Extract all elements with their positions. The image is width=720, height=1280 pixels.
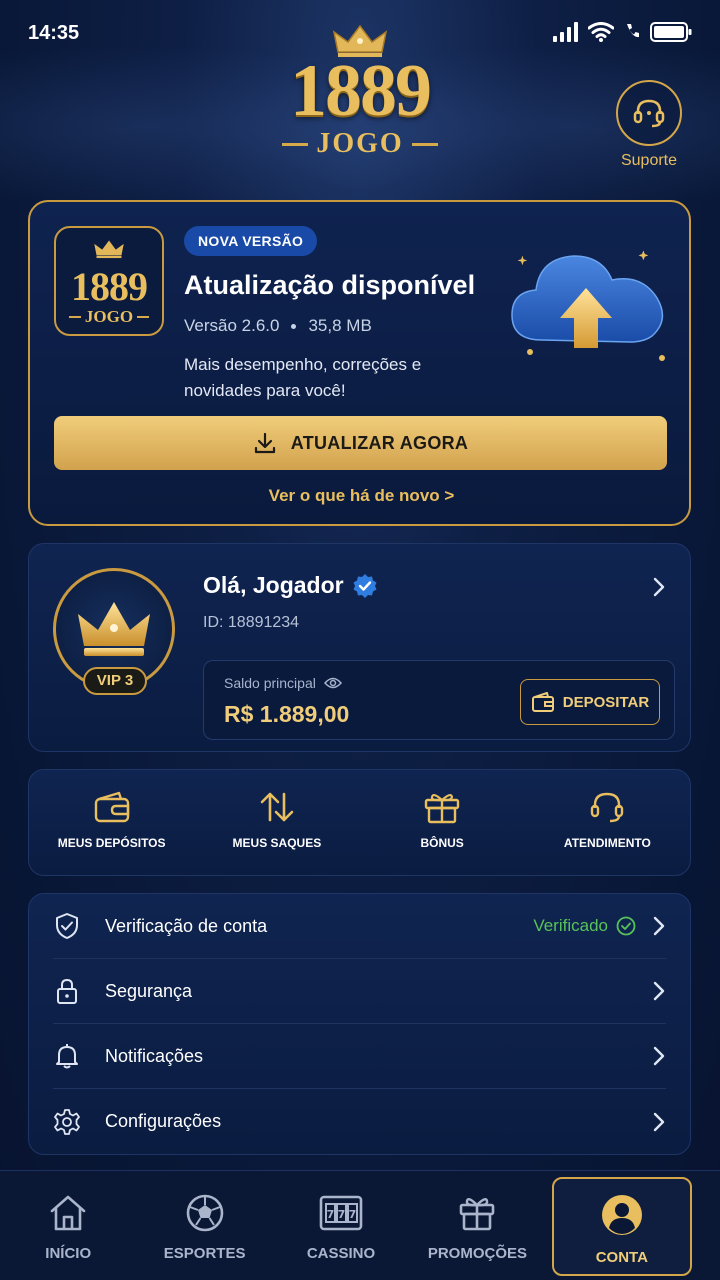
chevron-right-icon <box>653 1046 665 1066</box>
chevron-right-icon[interactable] <box>652 576 666 598</box>
quick-action-label: ATENDIMENTO <box>563 836 651 850</box>
nav-item-home[interactable]: INÍCIO <box>0 1171 136 1280</box>
brand-logo: 1889 JOGO <box>270 24 450 174</box>
call-status-icon <box>627 24 639 38</box>
user-greeting: Olá, Jogador <box>203 572 378 599</box>
cloud-upload-icon <box>511 250 665 361</box>
update-now-button[interactable]: ATUALIZAR AGORA <box>54 416 667 470</box>
status-icons <box>552 22 692 42</box>
deposit-button[interactable]: DEPOSITAR <box>520 679 660 725</box>
wifi-icon <box>588 22 614 42</box>
meta-separator <box>291 323 297 329</box>
new-version-badge: NOVA VERSÃO <box>184 226 318 256</box>
gift-icon <box>424 793 460 824</box>
signal-icon <box>553 22 578 42</box>
app-icon: 1889 JOGO <box>54 226 164 336</box>
chevron-right-icon <box>653 981 665 1001</box>
quick-actions: MEUS DEPÓSITOS MEUS SAQUES BÔNUS ATENDIM… <box>28 769 691 876</box>
menu-item-label: Configurações <box>105 1111 222 1131</box>
app-icon-subtitle: JOGO <box>56 307 162 327</box>
lock-icon <box>53 977 81 1005</box>
nav-label: ESPORTES <box>163 1245 246 1262</box>
menu-item-settings[interactable]: Configurações <box>53 1089 666 1154</box>
update-title: Atualização disponível <box>184 270 476 300</box>
support-label: Suporte <box>620 152 678 169</box>
wallet-icon <box>94 791 129 823</box>
nav-label: INÍCIO <box>45 1245 92 1262</box>
update-description: Mais desempenho, correções e novidades p… <box>184 355 422 400</box>
vip-level-badge: VIP 3 <box>83 667 147 695</box>
menu-item-account-verification[interactable]: Verificação de conta Verificado <box>53 894 666 959</box>
support-button[interactable]: Suporte <box>614 80 684 170</box>
greeting-text: Olá, Jogador <box>203 572 344 598</box>
balance-box: Saldo principal R$ 1.889,00 DEPOSITAR <box>203 660 675 740</box>
bottom-navigation: INÍCIO ESPORTES 7 7 7 CASSINO PROMOÇÕES <box>0 1170 720 1280</box>
quick-action-label: BÔNUS <box>420 836 464 850</box>
nav-item-casino[interactable]: 7 7 7 CASSINO <box>273 1171 409 1280</box>
crown-icon <box>94 240 124 259</box>
logo-number: 1889 <box>290 50 432 132</box>
nav-label: CASSINO <box>306 1245 376 1262</box>
quick-action-withdrawals[interactable]: MEUS SAQUES <box>194 770 359 875</box>
nav-item-sports[interactable]: ESPORTES <box>136 1171 272 1280</box>
shield-check-icon <box>53 912 81 940</box>
update-card: 1889 JOGO NOVA VERSÃO Atualização dispon… <box>28 200 691 526</box>
logo-subtitle: JOGO <box>270 128 450 160</box>
menu-item-notifications[interactable]: Notificações <box>53 1024 666 1089</box>
headset-icon <box>591 792 624 823</box>
svg-text:7: 7 <box>327 1208 335 1221</box>
quick-action-support[interactable]: ATENDIMENTO <box>525 770 690 875</box>
svg-text:7: 7 <box>349 1208 357 1221</box>
menu-item-label: Segurança <box>105 980 193 1001</box>
nav-label: CONTA <box>595 1249 648 1266</box>
menu-item-label: Verificação de conta <box>105 915 268 936</box>
svg-text:7: 7 <box>338 1208 346 1221</box>
user-id: ID: 18891234 <box>203 614 300 631</box>
home-icon <box>50 1195 86 1231</box>
support-circle[interactable] <box>616 80 682 146</box>
eye-icon[interactable] <box>323 676 342 690</box>
battery-icon <box>650 22 692 42</box>
chevron-right-icon <box>653 1112 665 1131</box>
quick-action-bonus[interactable]: BÔNUS <box>360 770 525 875</box>
update-version: Versão 2.6.0 <box>184 316 280 335</box>
gear-icon <box>53 1108 81 1136</box>
user-icon <box>601 1195 642 1235</box>
gift-icon <box>460 1198 495 1231</box>
profile-card[interactable]: VIP 3 Olá, Jogador ID: 18891234 Saldo pr… <box>28 543 691 752</box>
balance-label: Saldo principal <box>224 675 342 691</box>
verified-badge-icon <box>353 573 377 598</box>
download-icon <box>254 432 275 454</box>
app-icon-number: 1889 <box>71 264 148 309</box>
wallet-icon <box>531 692 554 712</box>
transfer-arrows-icon <box>260 792 294 822</box>
bell-icon <box>53 1042 81 1070</box>
check-circle-icon <box>616 916 636 936</box>
status-time: 14:35 <box>28 22 80 44</box>
quick-action-deposits[interactable]: MEUS DEPÓSITOS <box>29 770 194 875</box>
quick-action-label: MEUS DEPÓSITOS <box>57 836 166 850</box>
nav-label: PROMOÇÕES <box>427 1245 528 1262</box>
slot-machine-icon: 7 7 7 <box>319 1195 363 1231</box>
menu-item-label: Notificações <box>105 1045 204 1066</box>
nav-item-account[interactable]: CONTA <box>551 1177 693 1276</box>
nav-item-promotions[interactable]: PROMOÇÕES <box>409 1171 545 1280</box>
headset-icon <box>633 99 665 128</box>
whats-new-link[interactable]: Ver o que há de novo > <box>30 486 693 506</box>
account-menu: Verificação de conta Verificado Seguranç… <box>28 893 691 1155</box>
quick-action-label: MEUS SAQUES <box>232 836 322 850</box>
soccer-ball-icon <box>186 1194 223 1232</box>
update-now-label: ATUALIZAR AGORA <box>290 432 469 453</box>
balance-value: R$ 1.889,00 <box>224 701 350 727</box>
update-meta: Versão 2.6.0 35,8 MB <box>184 316 372 336</box>
chevron-right-icon <box>653 916 665 936</box>
verification-status: Verificado <box>533 916 636 936</box>
deposit-label: DEPOSITAR <box>562 693 650 711</box>
menu-item-security[interactable]: Segurança <box>53 959 666 1024</box>
crown-icon <box>78 602 150 656</box>
update-size: 35,8 MB <box>308 316 372 335</box>
